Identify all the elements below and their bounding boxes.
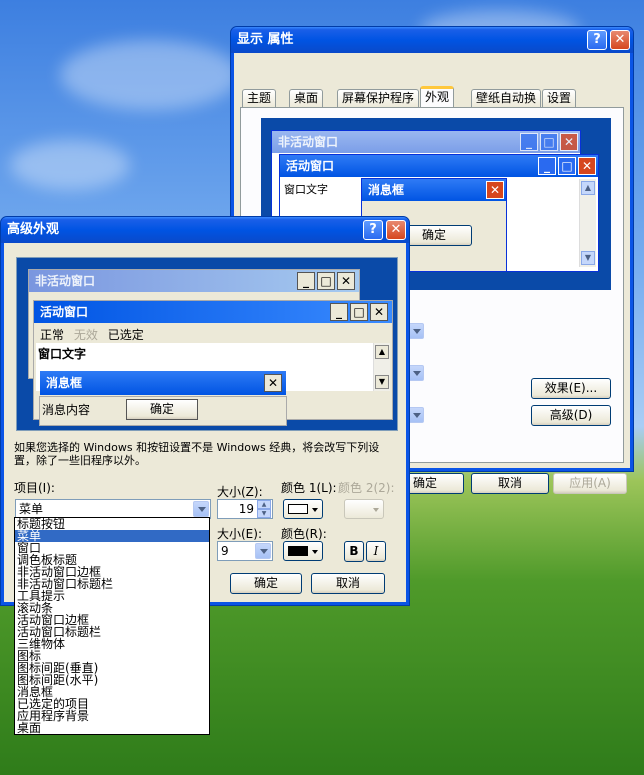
font-size-combo[interactable]: 9 [217,541,273,561]
tab-appearance[interactable]: 外观 [420,86,455,108]
list-item[interactable]: 标题按钮 [15,518,209,530]
close-button[interactable]: ✕ [610,30,630,50]
spin-up-icon[interactable]: ▲ [257,500,271,509]
color2-button[interactable] [344,499,384,519]
advanced-button[interactable]: 高级(D) [531,405,611,426]
maximize-icon: □ [540,133,558,151]
color2-label: 颜色 2(2): [338,481,395,495]
chevron-down-icon[interactable] [255,543,271,559]
wallpaper-cloud [60,40,240,110]
chevron-down-icon [312,550,318,554]
font-color-button[interactable] [283,541,323,561]
close-button[interactable]: ✕ [386,220,406,240]
chevron-down-icon[interactable] [408,407,424,423]
maximize-icon: □ [350,303,368,321]
size-value: 19 [238,502,254,516]
advanced-appearance-titlebar[interactable]: 高级外观 ? ✕ [1,217,409,243]
scroll-down-icon: ▼ [375,375,389,389]
apply-button[interactable]: 应用(A) [553,473,627,494]
display-properties-titlebar[interactable]: 显示 属性 ? ✕ [231,27,633,53]
color1-label: 颜色 1(L): [281,481,337,495]
tab-desktop[interactable]: 桌面 [289,89,324,107]
item-dropdown-list[interactable]: 标题按钮 菜单 窗口 调色板标题 非活动窗口边框 非活动窗口标题栏 工具提示 滚动条 活动窗口边… [14,517,210,735]
list-item[interactable]: 应用程序背景 [15,710,209,722]
close-icon: ✕ [370,303,388,321]
preview-msgbox-title: 消息框 [368,183,405,197]
spin-down-icon[interactable]: ▼ [257,509,271,518]
menu-selected: 已选定 [107,328,144,342]
minimize-icon: _ [330,303,348,321]
maximize-icon: □ [558,157,576,175]
chevron-down-icon[interactable] [193,501,209,517]
color-swatch [288,504,308,514]
list-item[interactable]: 三维物体 [15,638,209,650]
cancel-button[interactable]: 取消 [471,473,549,494]
size-label: 大小(Z): [217,485,263,499]
close-icon: ✕ [264,374,282,392]
preview-ok-button: 确定 [126,399,198,420]
item-combo[interactable]: 菜单 [15,499,211,519]
chevron-down-icon[interactable] [408,365,424,381]
preview-message-box: 消息框 ✕ 消息内容 确定 [39,371,287,426]
minimize-icon: _ [538,157,556,175]
chevron-down-icon [312,508,318,512]
advanced-preview: 非活动窗口 _ □ ✕ 活动窗口 _ □ ✕ 正常 无效 已选定 窗口文字 ▲ … [16,257,398,431]
menu-normal: 正常 [40,328,65,342]
item-label: 项目(I): [14,481,55,495]
chevron-down-icon [373,508,379,512]
minimize-icon: _ [297,272,315,290]
preview-scrollbar: ▲ ▼ [373,343,390,391]
tab-wallpaper-changer[interactable]: 壁纸自动换 [471,89,542,107]
preview-inactive-title: 非活动窗口 [35,274,96,288]
wallpaper-cloud [10,140,130,190]
italic-button[interactable]: I [366,541,386,562]
menu-disabled: 无效 [73,328,98,342]
effects-button[interactable]: 效果(E)... [531,378,611,399]
color1-button[interactable] [283,499,323,519]
font-size-value: 9 [221,544,229,558]
item-combo-value: 菜单 [19,502,44,516]
notice-text: 如果您选择的 Windows 和按钮设置不是 Windows 经典，将会改写下列… [14,441,380,467]
minimize-icon: _ [520,133,538,151]
cancel-button[interactable]: 取消 [311,573,385,594]
bold-button[interactable]: B [344,541,364,562]
list-item[interactable]: 菜单 [15,530,209,542]
chevron-down-icon[interactable] [408,323,424,339]
tab-settings[interactable]: 设置 [542,89,577,107]
color-swatch [288,546,308,556]
tab-theme[interactable]: 主题 [242,89,277,107]
help-button[interactable]: ? [363,220,383,240]
preview-menubar: 正常 无效 已选定 [40,326,144,343]
preview-window-text: 窗口文字 [284,183,328,196]
help-button[interactable]: ? [587,30,607,50]
window-title: 高级外观 [7,222,60,237]
spinner-arrows[interactable]: ▲ ▼ [257,500,271,518]
preview-window-text: 窗口文字 [38,347,87,361]
close-icon: ✕ [578,157,596,175]
preview-active-title: 活动窗口 [286,159,335,173]
preview-active-title: 活动窗口 [40,305,89,319]
ok-button[interactable]: 确定 [230,573,302,594]
close-icon: ✕ [337,272,355,290]
window-title: 显示 属性 [237,32,294,47]
list-item[interactable]: 桌面 [15,722,209,734]
maximize-icon: □ [317,272,335,290]
preview-msg-content: 消息内容 [42,403,91,417]
tab-screensaver[interactable]: 屏幕保护程序 [337,89,420,107]
preview-scrollbar: ▲ ▼ [579,179,596,267]
preview-msgbox-title: 消息框 [46,376,83,390]
scroll-down-icon: ▼ [581,251,595,265]
size-spinner[interactable]: 19 ▲ ▼ [217,499,273,519]
close-icon: ✕ [486,181,504,199]
font-size-label: 大小(E): [217,527,262,541]
preview-inactive-title: 非活动窗口 [278,135,339,149]
font-color-label: 颜色(R): [281,527,327,541]
close-icon: ✕ [560,133,578,151]
scroll-up-icon: ▲ [581,181,595,195]
scroll-up-icon: ▲ [375,345,389,359]
